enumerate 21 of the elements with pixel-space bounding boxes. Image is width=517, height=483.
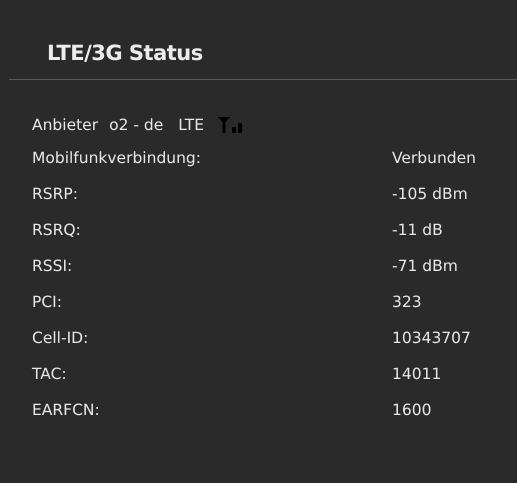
field-label: TAC:: [32, 365, 68, 383]
field-value: -11 dB: [392, 221, 443, 239]
field-label: Cell-ID:: [32, 329, 90, 347]
provider-name: o2 - de: [109, 116, 164, 134]
signal-icon: [218, 117, 244, 133]
field-value: 323: [392, 293, 422, 311]
field-value: Verbunden: [392, 149, 476, 167]
field-value: -105 dBm: [392, 185, 468, 203]
provider-label: Anbieter: [32, 116, 98, 134]
field-label: RSRP:: [32, 185, 79, 203]
network-type: LTE: [178, 116, 204, 134]
field-value: 14011: [392, 365, 442, 383]
field-label: RSSI:: [32, 257, 74, 275]
field-label: RSRQ:: [32, 221, 82, 239]
field-value: 10343707: [392, 329, 471, 347]
field-label: Mobilfunkverbindung:: [32, 149, 202, 167]
field-value: -71 dBm: [392, 257, 458, 275]
field-label: PCI:: [32, 293, 63, 311]
panel-title: LTE/3G Status: [47, 40, 204, 67]
field-label: EARFCN:: [32, 401, 101, 419]
field-value: 1600: [392, 401, 432, 419]
